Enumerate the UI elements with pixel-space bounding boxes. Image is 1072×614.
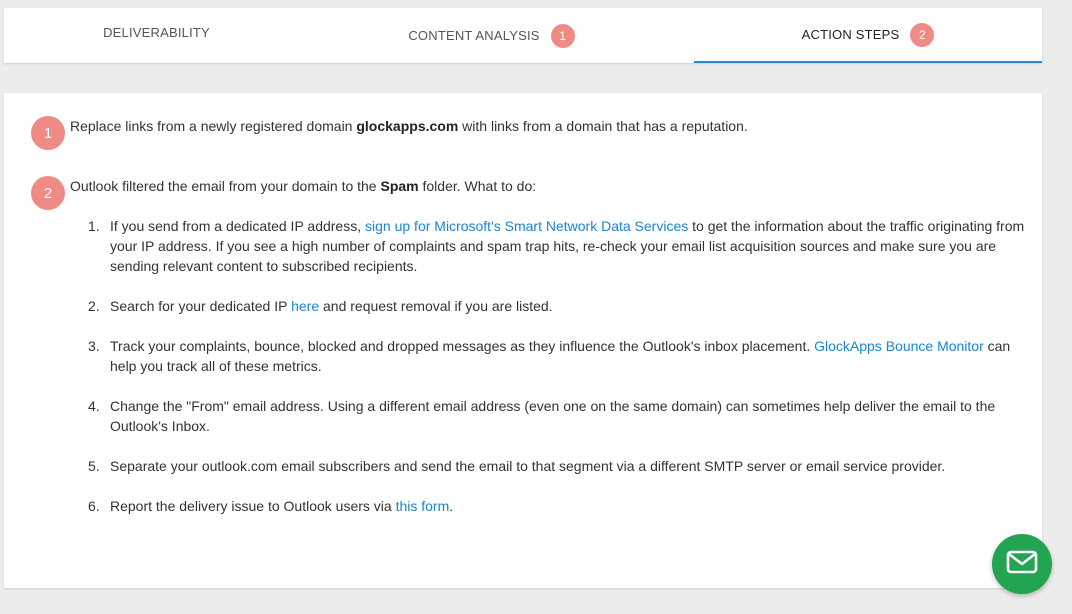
list-item: 2. Search for your dedicated IP here and…: [88, 296, 1025, 316]
domain-name: glockapps.com: [356, 118, 459, 134]
step-number-badge: 2: [31, 176, 65, 210]
step-number-badge: 1: [31, 116, 65, 150]
item-text: Change the "From" email address. Using a…: [110, 398, 996, 434]
step-text-part: Replace links from a newly registered do…: [70, 118, 357, 134]
item-text: Report the delivery issue to Outlook use…: [110, 498, 396, 514]
tab-label: ACTION STEPS: [801, 27, 900, 42]
action-steps-panel: 1 Replace links from a newly registered …: [4, 93, 1042, 588]
item-text: Separate your outlook.com email subscrib…: [110, 458, 946, 474]
tab-label: CONTENT ANALYSIS: [408, 28, 540, 43]
list-item: 5. Separate your outlook.com email subsc…: [88, 456, 1025, 476]
item-text: and request removal if you are listed.: [319, 298, 553, 314]
action-list: 1. If you send from a dedicated IP addre…: [88, 216, 1025, 536]
contact-mail-button[interactable]: [992, 534, 1052, 594]
step-text-part: folder. What to do:: [418, 178, 537, 194]
snds-signup-link[interactable]: sign up for Microsoft's Smart Network Da…: [365, 218, 688, 234]
list-item: 3. Track your complaints, bounce, blocke…: [88, 336, 1025, 376]
list-item: 1. If you send from a dedicated IP addre…: [88, 216, 1025, 276]
tab-bar: DELIVERABILITY CONTENT ANALYSIS 1 ACTION…: [4, 8, 1042, 63]
step-text-part: Outlook filtered the email from your dom…: [70, 178, 381, 194]
report-form-link[interactable]: this form: [396, 498, 450, 514]
count-badge: 2: [910, 22, 935, 47]
step-text: Replace links from a newly registered do…: [70, 116, 748, 136]
item-text: Track your complaints, bounce, blocked a…: [110, 338, 815, 354]
mail-icon: [1006, 550, 1038, 579]
item-text: .: [449, 498, 454, 514]
folder-name: Spam: [380, 178, 419, 194]
ip-search-link[interactable]: here: [291, 298, 319, 314]
tab-action-steps[interactable]: ACTION STEPS 2: [694, 8, 1042, 63]
list-number: 2.: [88, 298, 100, 314]
list-number: 6.: [88, 498, 100, 514]
list-item: 6. Report the delivery issue to Outlook …: [88, 496, 1025, 516]
tab-deliverability[interactable]: DELIVERABILITY: [4, 8, 309, 63]
list-item: 4. Change the "From" email address. Usin…: [88, 396, 1025, 436]
item-text: Search for your dedicated IP: [110, 298, 292, 314]
list-number: 1.: [88, 218, 100, 234]
step-text: Outlook filtered the email from your dom…: [70, 176, 536, 196]
list-number: 3.: [88, 338, 100, 354]
list-number: 4.: [88, 398, 100, 414]
item-text: If you send from a dedicated IP address,: [110, 218, 366, 234]
list-number: 5.: [88, 458, 100, 474]
tab-label: DELIVERABILITY: [103, 25, 210, 40]
step-text-part: with links from a domain that has a repu…: [458, 118, 748, 134]
bounce-monitor-link[interactable]: GlockApps Bounce Monitor: [814, 338, 984, 354]
tab-content-analysis[interactable]: CONTENT ANALYSIS 1: [349, 8, 634, 63]
count-badge: 1: [550, 23, 575, 48]
